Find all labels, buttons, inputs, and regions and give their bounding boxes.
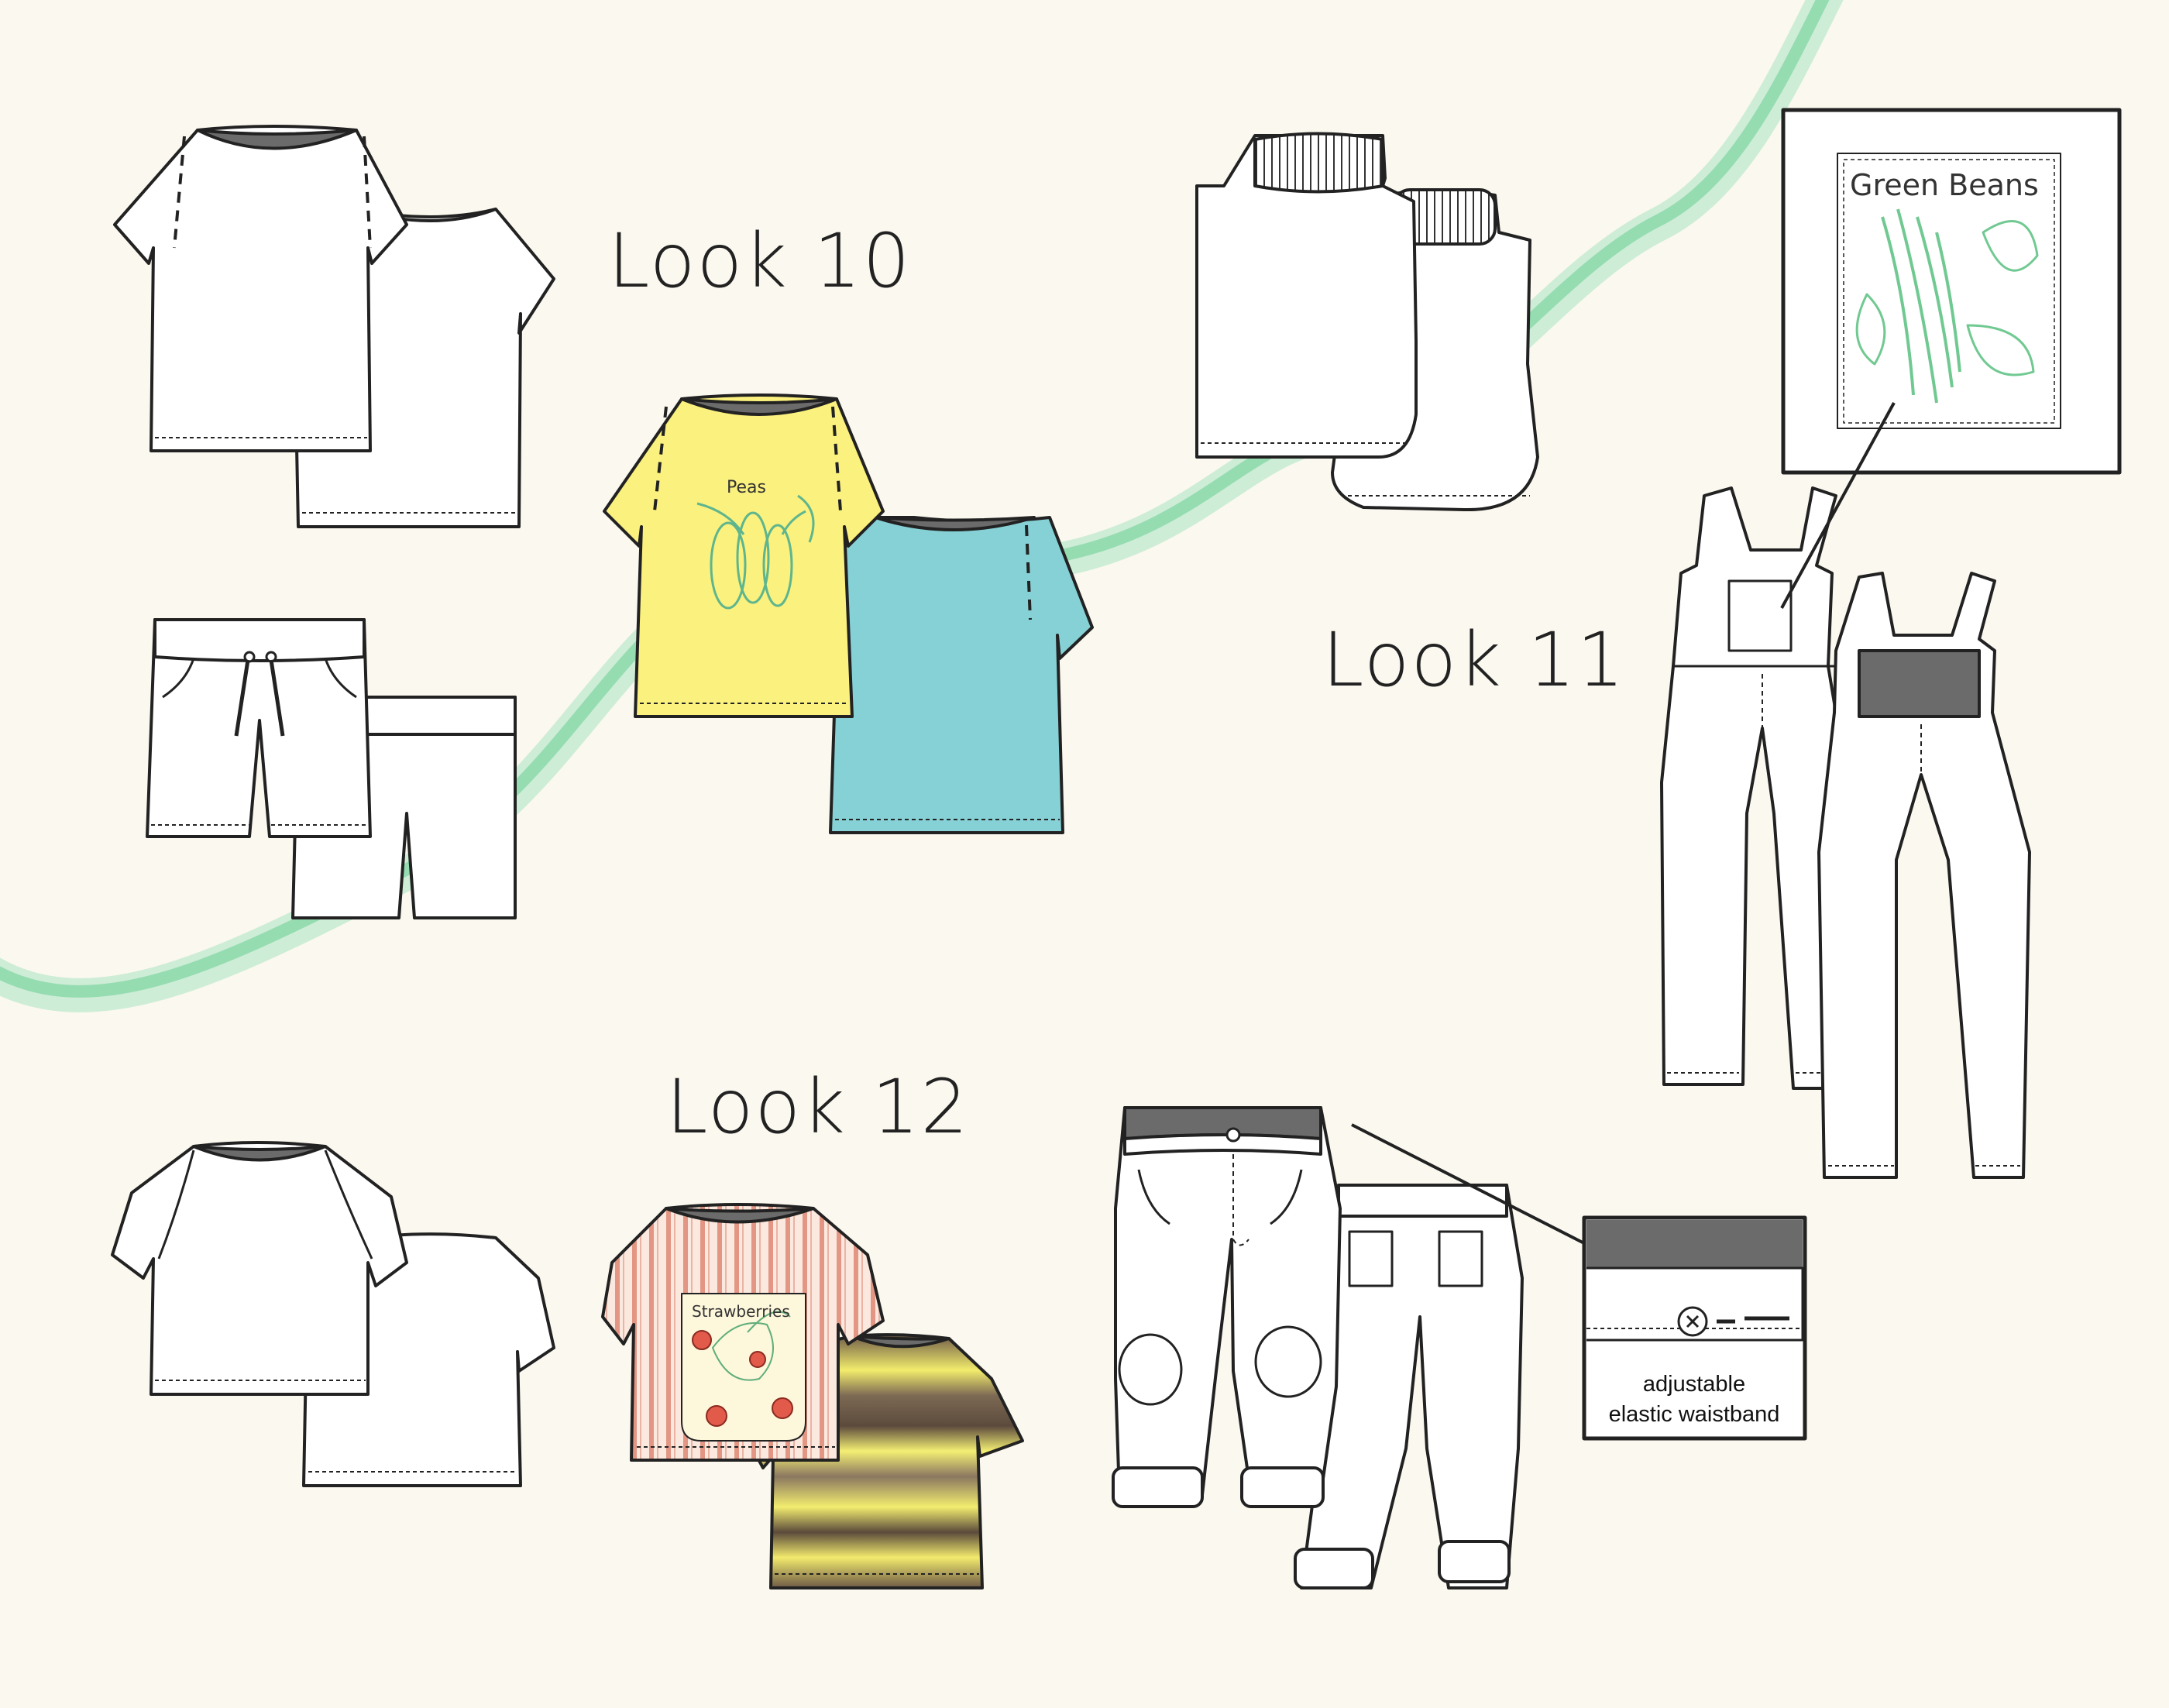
peas-print-label: Peas: [727, 478, 766, 497]
look12-raglan-tee-front: [111, 1141, 408, 1396]
waistband-callout-line2: elastic waistband: [1609, 1402, 1780, 1427]
strawberries-print-label: Strawberries: [692, 1302, 790, 1321]
look-10-title: Look 10: [608, 218, 912, 304]
look-11-title: Look 11: [1322, 617, 1626, 703]
waistband-callout-line1: adjustable: [1643, 1372, 1745, 1397]
look10-white-tee-front: [113, 125, 408, 452]
lookbook-page: Look 10 Look 11 Look 12 Peas Green Beans…: [0, 0, 2169, 1704]
look11-tank-front: [1195, 132, 1418, 459]
green-beans-print-label: Green Beans: [1850, 168, 2039, 202]
lookbook-canvas: Look 10 Look 11 Look 12 Peas Green Beans…: [0, 0, 2169, 1704]
look-12-title: Look 12: [666, 1064, 970, 1150]
